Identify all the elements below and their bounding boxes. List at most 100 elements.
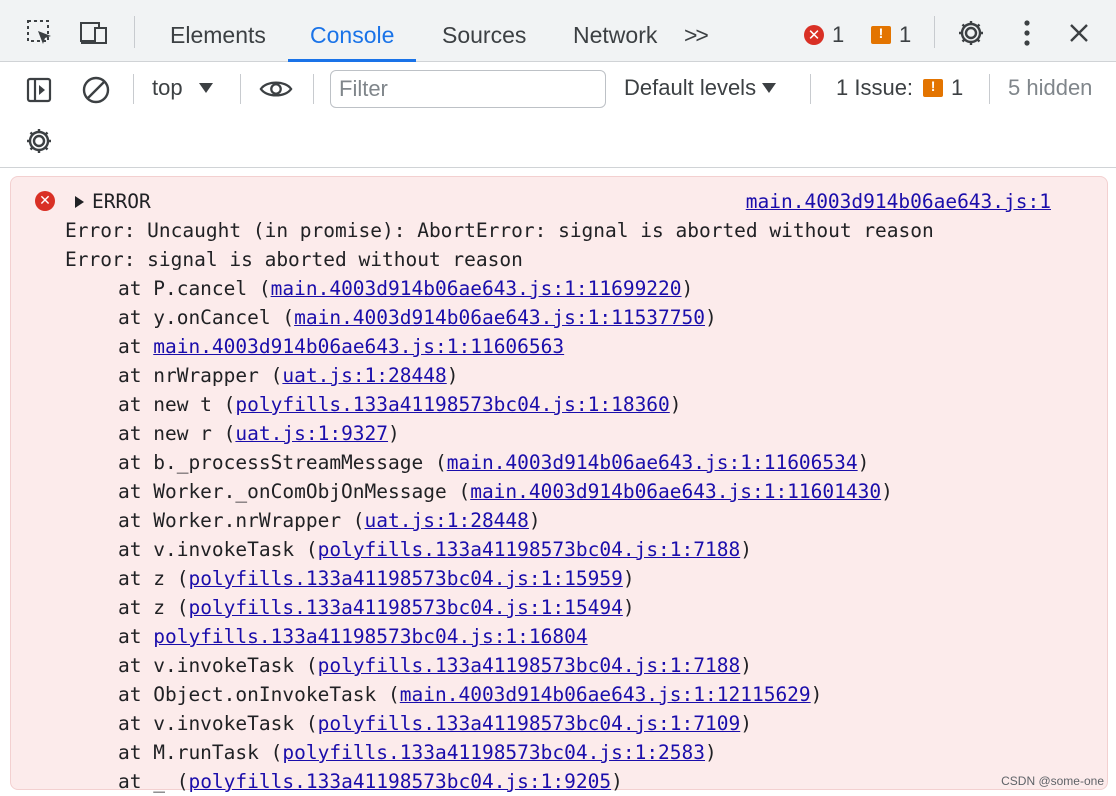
more-tabs-button[interactable]: >>	[672, 0, 719, 62]
stack-frame-link[interactable]: uat.js:1:28448	[365, 509, 529, 532]
chevron-down-icon	[198, 83, 213, 93]
stack-frame-text: at M.runTask (	[118, 741, 283, 764]
chevron-down-icon	[762, 83, 777, 93]
message-source-link[interactable]: main.4003d914b06ae643.js:1	[746, 187, 1051, 216]
stack-frame-link[interactable]: polyfills.133a41198573bc04.js:1:7109	[318, 712, 741, 735]
issues-label: 1 Issue:	[836, 75, 914, 100]
tab-elements[interactable]: Elements	[148, 0, 288, 62]
stack-frame-link[interactable]: polyfills.133a41198573bc04.js:1:18360	[235, 393, 669, 416]
divider	[134, 16, 135, 48]
stack-frame-link[interactable]: main.4003d914b06ae643.js:1:11699220	[271, 277, 682, 300]
tab-sources[interactable]: Sources	[420, 0, 548, 62]
stack-frame-suffix: )	[740, 538, 752, 561]
stack-frame: at new t (polyfills.133a41198573bc04.js:…	[118, 390, 682, 419]
stack-frame-link[interactable]: main.4003d914b06ae643.js:1:11537750	[294, 306, 705, 329]
stack-frame: at new r (uat.js:1:9327)	[118, 419, 400, 448]
close-icon[interactable]	[1063, 17, 1095, 49]
hidden-messages-count: 5 hidden	[1008, 75, 1093, 100]
error-counter[interactable]: ✕ 1	[804, 22, 844, 48]
watermark: CSDN @some-one	[1001, 774, 1104, 788]
stack-frame-suffix: )	[705, 741, 717, 764]
stack-frame-link[interactable]: uat.js:1:28448	[282, 364, 446, 387]
divider	[133, 74, 134, 104]
error-icon: ✕	[804, 25, 824, 45]
stack-frame-suffix: )	[446, 364, 459, 387]
divider	[989, 74, 990, 104]
stack-frame-suffix: )	[388, 422, 400, 445]
stack-frame-link[interactable]: polyfills.133a41198573bc04.js:1:7188	[318, 538, 741, 561]
stack-frame-link[interactable]: polyfills.133a41198573bc04.js:1:15959	[188, 567, 622, 590]
warning-icon	[871, 25, 891, 44]
stack-frame-suffix: )	[622, 567, 635, 590]
stack-frame: at polyfills.133a41198573bc04.js:1:16804	[118, 622, 588, 651]
stack-frame: at v.invokeTask (polyfills.133a41198573b…	[118, 535, 752, 564]
stack-frame: at _ (polyfills.133a41198573bc04.js:1:92…	[118, 767, 623, 796]
clear-console-icon[interactable]	[79, 73, 113, 107]
stack-frame-suffix: )	[611, 770, 623, 793]
message-level-label: ERROR	[92, 190, 151, 213]
stack-frame: at z (polyfills.133a41198573bc04.js:1:15…	[118, 564, 635, 593]
stack-frame: at Worker.nrWrapper (uat.js:1:28448)	[118, 506, 541, 535]
warning-counter[interactable]: 1	[871, 22, 911, 48]
error-count: 1	[832, 22, 845, 47]
stack-frame: at v.invokeTask (polyfills.133a41198573b…	[118, 709, 752, 738]
stack-frame-text: at y.onCancel (	[118, 306, 295, 329]
stack-frame-text: at new r (	[118, 422, 236, 445]
stack-frame-text: at _ (	[118, 770, 189, 793]
stack-frame-link[interactable]: polyfills.133a41198573bc04.js:1:2583	[282, 741, 705, 764]
tab-network[interactable]: Network	[551, 0, 679, 62]
error-line: Error: signal is aborted without reason	[65, 248, 523, 271]
stack-frame-link[interactable]: polyfills.133a41198573bc04.js:1:9205	[188, 770, 611, 793]
stack-frame-suffix: )	[705, 306, 717, 329]
sidebar-toggle-icon[interactable]	[22, 73, 56, 107]
message-expand-toggle[interactable]: ERROR	[75, 187, 151, 216]
stack-frame-text: at Object.onInvokeTask (	[118, 683, 400, 706]
stack-frame: at z (polyfills.133a41198573bc04.js:1:15…	[118, 593, 635, 622]
live-expression-eye-icon[interactable]	[259, 72, 293, 106]
context-selector-label: top	[152, 75, 183, 100]
stack-frame: at P.cancel (main.4003d914b06ae643.js:1:…	[118, 274, 693, 303]
stack-frame: at M.runTask (polyfills.133a41198573bc04…	[118, 738, 717, 767]
inspect-element-icon[interactable]	[24, 17, 56, 49]
divider	[313, 74, 314, 104]
stack-frame-link[interactable]: main.4003d914b06ae643.js:1:11601430	[470, 480, 881, 503]
error-icon: ✕	[35, 191, 55, 211]
stack-frame-link[interactable]: polyfills.133a41198573bc04.js:1:7188	[318, 654, 741, 677]
stack-frame-text: at new t (	[118, 393, 236, 416]
stack-frame-suffix: )	[622, 596, 635, 619]
settings-gear-icon[interactable]	[955, 17, 987, 49]
stack-frame-text: at P.cancel (	[118, 277, 271, 300]
device-toolbar-icon[interactable]	[78, 17, 110, 49]
stack-frame: at Object.onInvokeTask (main.4003d914b06…	[118, 680, 822, 709]
console-settings-gear-icon[interactable]	[22, 124, 56, 158]
stack-frame-link[interactable]: uat.js:1:9327	[235, 422, 388, 445]
stack-frame-suffix: )	[857, 451, 870, 474]
error-line: Error: Uncaught (in promise): AbortError…	[65, 219, 934, 242]
stack-frame-link[interactable]: polyfills.133a41198573bc04.js:1:15494	[188, 596, 622, 619]
expand-triangle-icon	[75, 195, 84, 208]
stack-frame-text: at z (	[118, 567, 189, 590]
stack-frame: at b._processStreamMessage (main.4003d91…	[118, 448, 869, 477]
stack-frame: at Worker._onComObjOnMessage (main.4003d…	[118, 477, 893, 506]
stack-frame-text: at nrWrapper (	[118, 364, 283, 387]
stack-frame-link[interactable]: main.4003d914b06ae643.js:1:12115629	[400, 683, 811, 706]
context-selector[interactable]: top	[152, 75, 213, 101]
log-levels-label: Default levels	[624, 75, 757, 100]
stack-frame-text: at b._processStreamMessage (	[118, 451, 447, 474]
stack-frame-text: at v.invokeTask (	[118, 712, 318, 735]
stack-frame: at v.invokeTask (polyfills.133a41198573b…	[118, 651, 752, 680]
stack-frame-link[interactable]: polyfills.133a41198573bc04.js:1:16804	[153, 625, 587, 648]
issues-button[interactable]: 1 Issue: 1	[836, 75, 963, 101]
log-levels-dropdown[interactable]: Default levels	[624, 75, 777, 101]
tab-console[interactable]: Console	[288, 0, 417, 62]
stack-frame-suffix: )	[740, 654, 752, 677]
devtools-tab-bar: Elements Console Sources Network >> ✕ 1 …	[0, 0, 1116, 62]
warning-count: 1	[899, 22, 912, 47]
more-vertical-icon[interactable]	[1011, 17, 1043, 49]
divider	[934, 16, 935, 48]
stack-frame-link[interactable]: main.4003d914b06ae643.js:1:11606534	[447, 451, 858, 474]
stack-frame: at main.4003d914b06ae643.js:1:11606563	[118, 332, 564, 361]
filter-input[interactable]	[330, 70, 606, 108]
stack-frame-text: at z (	[118, 596, 189, 619]
stack-frame-link[interactable]: main.4003d914b06ae643.js:1:11606563	[153, 335, 564, 358]
